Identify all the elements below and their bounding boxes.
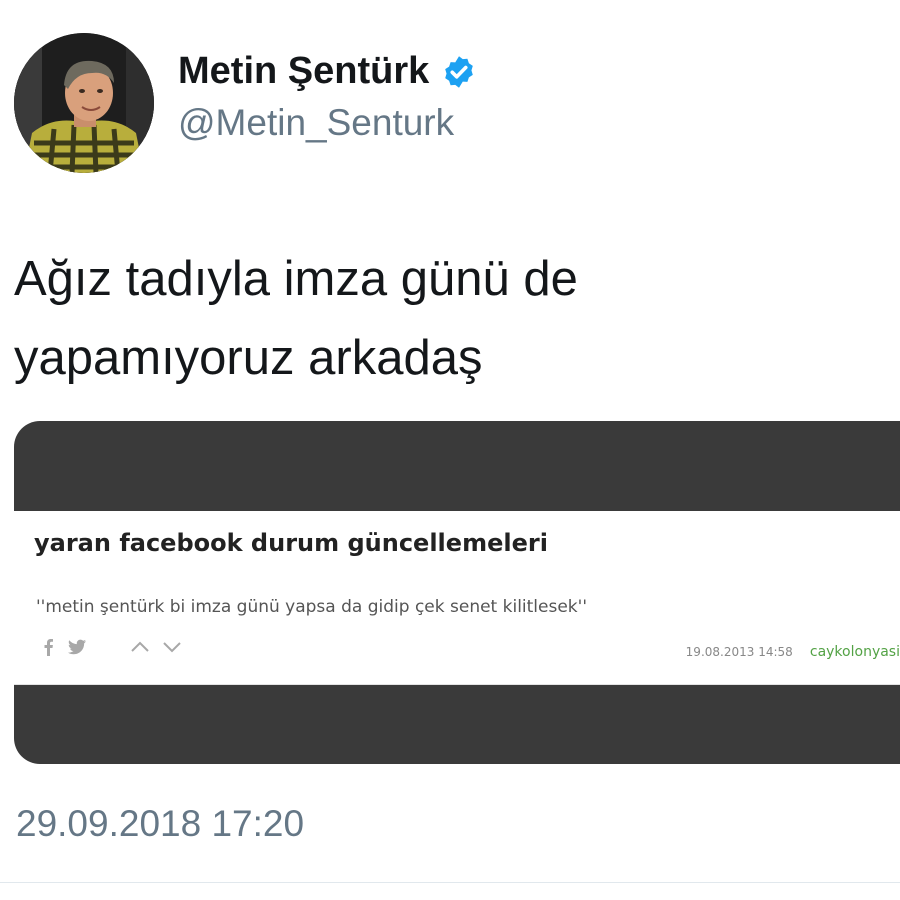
embedded-post-author: caykolonyasi (809, 644, 900, 660)
author-display-name[interactable]: Metin Şentürk (178, 50, 477, 93)
embedded-post-body: ''metin şentürk bi imza günü yapsa da gi… (36, 597, 587, 617)
downvote-icon (162, 641, 182, 653)
avatar-photo (14, 33, 154, 173)
embedded-post-actions (42, 638, 182, 656)
facebook-icon (42, 638, 54, 656)
embedded-post-title: yaran facebook durum güncellemeleri (34, 529, 548, 557)
author-name-text: Metin Şentürk (178, 50, 430, 92)
twitter-icon (68, 639, 86, 655)
tweet-text-line: yapamıyoruz arkadaş (14, 331, 483, 385)
tweet-text: Ağız tadıyla imza günü de yapamıyoruz ar… (14, 240, 874, 398)
verified-badge-icon (441, 54, 477, 90)
embedded-post-date: 19.08.2013 14:58 (685, 645, 793, 659)
tweet-text-line: Ağız tadıyla imza günü de (14, 252, 578, 306)
author-avatar[interactable] (14, 33, 154, 173)
tweet-timestamp[interactable]: 29.09.2018 17:20 (16, 803, 304, 845)
embedded-post-card: yaran facebook durum güncellemeleri ''me… (14, 511, 900, 685)
embedded-post-meta: 19.08.2013 14:58 caykolonyasi (686, 641, 900, 660)
upvote-icon (130, 641, 150, 653)
tweet-media-image[interactable]: yaran facebook durum güncellemeleri ''me… (14, 421, 900, 764)
author-handle[interactable]: @Metin_Senturk (178, 102, 454, 144)
divider (0, 882, 900, 883)
